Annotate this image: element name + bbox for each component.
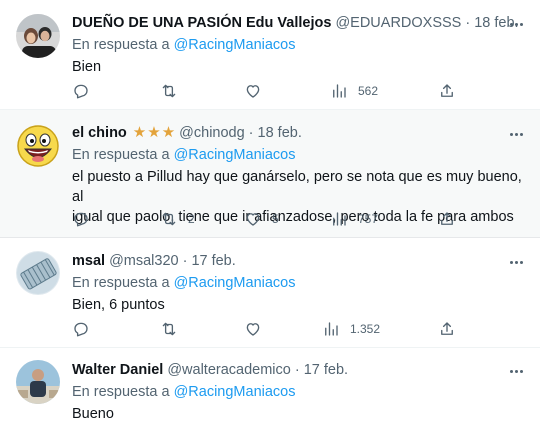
tweet-text-line: Bueno — [72, 406, 114, 422]
share-button[interactable] — [438, 209, 456, 229]
author-name[interactable]: msal — [72, 251, 105, 271]
like-icon — [246, 323, 260, 336]
author-name[interactable]: DUEÑO DE UNA PASIÓN Edu Vallejos — [72, 13, 331, 33]
tweet-actions: 562 — [72, 81, 453, 101]
views-icon — [333, 84, 346, 98]
like-button[interactable] — [244, 319, 272, 339]
retweet-button[interactable] — [160, 319, 188, 339]
retweet-icon — [162, 322, 176, 336]
rating-stars: ★ ★ ★ — [133, 125, 175, 141]
reply-mention-link[interactable]: @RacingManiacos — [174, 147, 296, 163]
author-name[interactable]: el chino — [72, 123, 127, 143]
more-options-icon[interactable] — [506, 252, 526, 272]
star-icon: ★ — [147, 124, 161, 141]
reply-mention-link[interactable]: @RacingManiacos — [174, 37, 296, 53]
tweet[interactable]: el chino ★ ★ ★ @chinodg · 18 feb. En res… — [0, 110, 540, 238]
reply-context: En respuesta a @RacingManiacos — [72, 35, 528, 55]
avatar[interactable] — [16, 360, 60, 404]
tweet-text-line: Bien, 6 puntos — [72, 297, 165, 313]
views-icon — [325, 322, 338, 336]
reply-prefix: En respuesta a — [72, 37, 170, 53]
like-button[interactable] — [244, 81, 272, 101]
author-handle[interactable]: @msal320 — [109, 251, 179, 271]
reply-prefix: En respuesta a — [72, 147, 170, 163]
more-options-icon[interactable] — [506, 361, 526, 381]
tweet-actions: 1.352 — [72, 319, 453, 339]
separator-dot: · — [182, 253, 188, 269]
tweet-text: Bueno — [72, 404, 528, 424]
retweet-icon — [162, 84, 176, 98]
author-handle[interactable]: @walteracademico — [167, 360, 291, 380]
reply-icon — [74, 212, 88, 227]
share-button[interactable] — [438, 319, 456, 339]
reply-prefix: En respuesta a — [72, 275, 170, 291]
reply-icon — [74, 322, 88, 337]
tweet-date[interactable]: 17 feb. — [191, 251, 235, 271]
reply-button[interactable] — [72, 209, 100, 229]
tweet[interactable]: Walter Daniel @walteracademico · 17 feb.… — [0, 348, 540, 427]
like-button[interactable]: 5 — [244, 209, 279, 229]
more-options-icon[interactable] — [506, 14, 526, 34]
retweet-button[interactable]: 2 — [160, 209, 195, 229]
views-icon — [333, 212, 346, 226]
tweet-text: Bien, 6 puntos — [72, 295, 528, 315]
reply-prefix: En respuesta a — [72, 384, 170, 400]
like-icon — [246, 213, 260, 226]
share-icon — [441, 84, 453, 97]
views-count: 562 — [358, 84, 379, 98]
author-name[interactable]: Walter Daniel — [72, 360, 163, 380]
star-icon: ★ — [132, 124, 147, 141]
separator-dot: · — [248, 125, 254, 141]
tweet-text-line: Bien — [72, 59, 102, 75]
tweet-date[interactable]: 17 feb. — [304, 360, 348, 380]
share-icon — [441, 212, 453, 225]
reply-icon — [74, 84, 88, 99]
views-button[interactable]: 757 — [330, 209, 378, 229]
like-count: 5 — [272, 212, 279, 226]
tweet-text-line: el puesto a Pillud hay que ganárselo, pe… — [72, 169, 522, 205]
tweet[interactable]: msal @msal320 · 17 feb. En respuesta a @… — [0, 238, 540, 348]
tweet-actions: 2 5 757 — [72, 209, 453, 229]
separator-dot: · — [465, 15, 471, 31]
avatar[interactable] — [16, 124, 60, 168]
reply-context: En respuesta a @RacingManiacos — [72, 382, 528, 402]
retweet-count: 2 — [188, 212, 195, 226]
separator-dot: · — [294, 362, 300, 378]
views-button[interactable]: 562 — [330, 81, 378, 101]
avatar[interactable] — [16, 14, 60, 58]
views-count: 757 — [358, 212, 379, 226]
reply-button[interactable] — [72, 319, 100, 339]
like-icon — [246, 85, 260, 98]
author-handle[interactable]: @chinodg — [179, 123, 245, 143]
share-icon — [441, 322, 453, 335]
reply-context: En respuesta a @RacingManiacos — [72, 145, 528, 165]
more-options-icon[interactable] — [506, 124, 526, 144]
tweet-date[interactable]: 18 feb. — [258, 123, 302, 143]
share-button[interactable] — [438, 81, 456, 101]
retweet-icon — [162, 212, 176, 226]
author-handle[interactable]: @EDUARDOXSSS — [335, 13, 461, 33]
avatar[interactable] — [16, 251, 60, 295]
reply-mention-link[interactable]: @RacingManiacos — [174, 384, 296, 400]
views-button[interactable]: 1.352 — [322, 319, 380, 339]
tweet-text: Bien — [72, 57, 528, 77]
retweet-button[interactable] — [160, 81, 188, 101]
reply-button[interactable] — [72, 81, 100, 101]
views-count: 1.352 — [350, 322, 381, 336]
tweet[interactable]: DUEÑO DE UNA PASIÓN Edu Vallejos @EDUARD… — [0, 0, 540, 110]
reply-context: En respuesta a @RacingManiacos — [72, 273, 528, 293]
star-icon: ★ — [161, 124, 176, 141]
reply-mention-link[interactable]: @RacingManiacos — [174, 275, 296, 291]
